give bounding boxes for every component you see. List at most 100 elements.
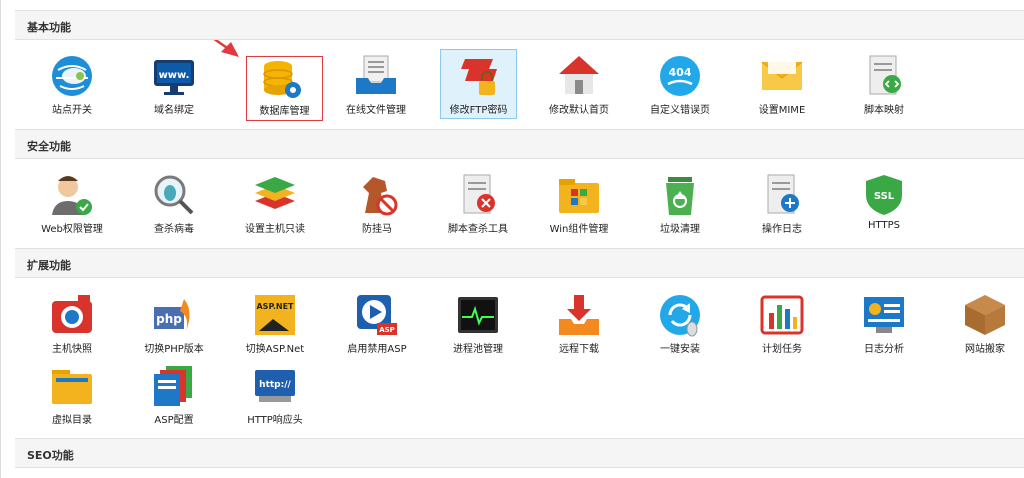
host-snapshot-label: 主机快照: [52, 344, 92, 355]
change-default-page-label: 修改默认首页: [549, 105, 609, 116]
custom-error-page-label: 自定义错误页: [650, 105, 710, 116]
www-monitor-icon: www.: [154, 60, 194, 95]
section-header-security: 安全功能: [15, 129, 1024, 159]
bar-chart-icon: [760, 295, 804, 335]
switch-php-item[interactable]: php 切换PHP版本: [126, 288, 222, 358]
site-migration-label: 网站搬家: [965, 344, 1005, 355]
package-box-icon: [965, 295, 1005, 335]
custom-error-page-item[interactable]: 404 自定义错误页: [632, 49, 728, 119]
dashboard-icon: [864, 297, 904, 333]
database-management-label: 数据库管理: [259, 106, 310, 117]
error-404-text: 404: [669, 66, 692, 79]
domain-binding-label: 域名绑定: [154, 105, 194, 116]
download-tray-icon: [559, 295, 599, 335]
home-icon: [559, 56, 599, 94]
section-header-basic: 基本功能: [15, 10, 1024, 40]
one-click-install-item[interactable]: 一键安装: [632, 288, 728, 358]
error-404-icon: 404: [660, 56, 700, 96]
site-switch-label: 站点开关: [52, 105, 92, 116]
remote-download-label: 远程下载: [559, 344, 599, 355]
ssl-shield-icon: SSL: [866, 175, 902, 215]
asp-config-label: ASP配置: [154, 415, 194, 426]
http-headers-label: HTTP响应头: [247, 415, 303, 426]
section-title-basic: 基本功能: [27, 21, 71, 34]
process-pool-label: 进程池管理: [453, 344, 503, 355]
section-title-extension: 扩展功能: [27, 259, 71, 272]
http-text: http://: [259, 380, 291, 390]
virus-scan-item[interactable]: 查杀病毒: [126, 168, 222, 238]
operation-log-item[interactable]: 操作日志: [734, 168, 830, 238]
operation-log-label: 操作日志: [762, 224, 802, 235]
host-control-panel: 基本功能 站点开关 www. 域名绑定 数据库管理 在线文件管理 修改FTP密码…: [0, 0, 1024, 478]
database-management-item[interactable]: 数据库管理: [246, 56, 323, 121]
online-file-manager-item[interactable]: 在线文件管理: [328, 49, 424, 119]
php-text: php: [156, 312, 182, 326]
host-readonly-item[interactable]: 设置主机只读: [227, 168, 323, 238]
change-ftp-password-item[interactable]: 修改FTP密码: [440, 49, 517, 119]
https-item[interactable]: SSL HTTPS: [836, 168, 932, 238]
scheduled-task-label: 计划任务: [762, 344, 802, 355]
ftp-lock-icon: [461, 59, 497, 95]
recycle-bin-icon: [666, 177, 694, 215]
host-snapshot-item[interactable]: 主机快照: [24, 288, 120, 358]
camera-icon: [52, 295, 92, 333]
toggle-asp-label: 启用禁用ASP: [347, 344, 407, 355]
globe-switch-icon: [52, 56, 92, 96]
layers-icon: [255, 177, 295, 209]
asp-config-item[interactable]: ASP配置: [126, 359, 222, 429]
envelope-icon: [761, 58, 803, 90]
virtual-directory-item[interactable]: 虚拟目录: [24, 359, 120, 429]
switch-php-label: 切换PHP版本: [144, 344, 204, 355]
scheduled-task-item[interactable]: 计划任务: [734, 288, 830, 358]
script-mapping-item[interactable]: 脚本映射: [836, 49, 932, 119]
aspnet-text: ASP.NET: [256, 302, 294, 311]
code-document-icon: [869, 55, 901, 95]
horse-blocked-icon: [363, 177, 398, 216]
junk-cleanup-label: 垃圾清理: [660, 224, 700, 235]
virtual-directory-label: 虚拟目录: [52, 415, 92, 426]
site-switch-item[interactable]: 站点开关: [24, 49, 120, 119]
host-readonly-label: 设置主机只读: [245, 224, 305, 235]
bug-magnifier-icon: [154, 175, 194, 215]
domain-binding-item[interactable]: www. 域名绑定: [126, 49, 222, 119]
set-mime-label: 设置MIME: [758, 105, 806, 116]
asp-text: ASP: [379, 326, 395, 334]
php-logo-icon: php: [154, 299, 190, 331]
www-text: www.: [159, 70, 190, 81]
change-default-page-item[interactable]: 修改默认首页: [531, 49, 627, 119]
http-headers-item[interactable]: http:// HTTP响应头: [227, 359, 323, 429]
web-permission-label: Web权限管理: [41, 224, 103, 235]
script-scan-tool-label: 脚本查杀工具: [448, 224, 508, 235]
remote-download-item[interactable]: 远程下载: [531, 288, 627, 358]
section-header-seo: SEO功能: [15, 438, 1024, 468]
folder-icon: [52, 370, 92, 404]
switch-aspnet-label: 切换ASP.Net: [245, 344, 305, 355]
anti-trojan-label: 防挂马: [362, 224, 392, 235]
log-analysis-item[interactable]: 日志分析: [836, 288, 932, 358]
refresh-circle-icon: [660, 295, 700, 337]
windows-folder-icon: [559, 179, 599, 213]
web-permission-item[interactable]: Web权限管理: [24, 168, 120, 238]
script-mapping-label: 脚本映射: [864, 105, 904, 116]
file-tray-icon: [356, 55, 396, 94]
change-ftp-password-label: 修改FTP密码: [449, 105, 508, 116]
section-header-extension: 扩展功能: [15, 248, 1024, 278]
section-title-seo: SEO功能: [27, 449, 74, 462]
process-pool-item[interactable]: 进程池管理: [430, 288, 526, 358]
anti-trojan-item[interactable]: 防挂马: [329, 168, 425, 238]
toggle-asp-item[interactable]: ASP 启用禁用ASP: [329, 288, 425, 358]
script-scan-tool-item[interactable]: 脚本查杀工具: [430, 168, 526, 238]
section-title-security: 安全功能: [27, 140, 71, 153]
junk-cleanup-item[interactable]: 垃圾清理: [632, 168, 728, 238]
ssl-text: SSL: [874, 191, 895, 202]
one-click-install-label: 一键安装: [660, 344, 700, 355]
win-component-label: Win组件管理: [549, 224, 609, 235]
switch-aspnet-item[interactable]: ASP.NET 切换ASP.Net: [227, 288, 323, 358]
online-file-manager-label: 在线文件管理: [346, 105, 406, 116]
aspnet-logo-icon: ASP.NET: [255, 295, 295, 335]
site-migration-item[interactable]: 网站搬家: [937, 288, 1024, 358]
set-mime-item[interactable]: 设置MIME: [734, 49, 830, 119]
database-gear-icon: [263, 61, 301, 98]
stacked-docs-icon: [154, 366, 192, 406]
win-component-item[interactable]: Win组件管理: [531, 168, 627, 238]
